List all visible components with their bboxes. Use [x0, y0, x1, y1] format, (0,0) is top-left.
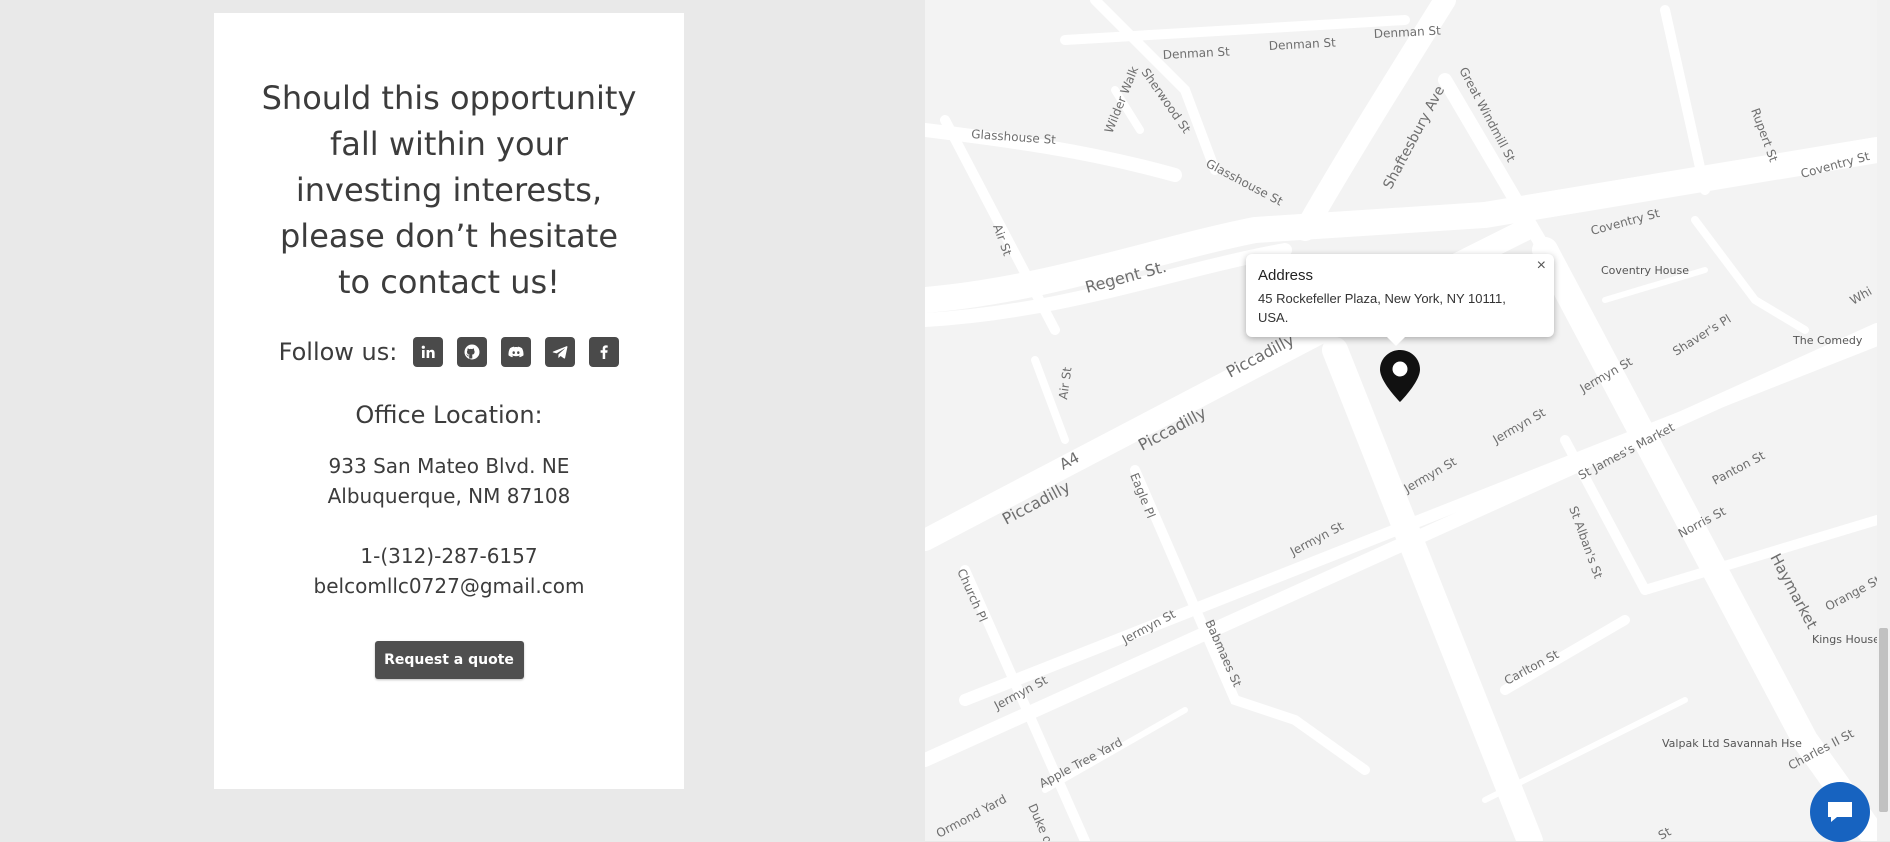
map-info-popup: × Address 45 Rockefeller Plaza, New York… — [1246, 254, 1554, 346]
map-pin-icon[interactable] — [1378, 348, 1422, 404]
page-scrollbar[interactable] — [1877, 0, 1890, 841]
map-view[interactable]: Denman St Denman St Denman St Shaftesbur… — [925, 0, 1877, 841]
map-label: The Comedy — [1792, 334, 1863, 347]
telegram-icon[interactable] — [545, 337, 576, 367]
request-quote-button[interactable]: Request a quote — [374, 641, 524, 679]
address-line-2: Albuquerque, NM 87108 — [327, 484, 571, 508]
address-line-1: 933 San Mateo Blvd. NE — [328, 454, 570, 478]
map-label: Valpak Ltd Savannah Hse — [1662, 737, 1802, 750]
popup-address: 45 Rockefeller Plaza, New York, NY 10111… — [1258, 291, 1506, 325]
facebook-icon[interactable] — [589, 337, 620, 367]
close-icon[interactable]: × — [1537, 257, 1546, 275]
map-label: Coventry House — [1601, 264, 1689, 277]
phone-number[interactable]: 1-(312)-287-6157 — [214, 541, 684, 571]
contact-card: Should this opportunity fall within your… — [214, 13, 684, 789]
discord-icon[interactable] — [501, 337, 532, 367]
popup-title: Address — [1258, 267, 1314, 284]
linkedin-icon[interactable] — [413, 337, 444, 367]
map-canvas[interactable]: Denman St Denman St Denman St Shaftesbur… — [925, 0, 1877, 841]
scrollbar-thumb[interactable] — [1879, 628, 1888, 812]
contact-details: 1-(312)-287-6157 belcomllc0727@gmail.com — [214, 541, 684, 601]
office-location-title: Office Location: — [355, 401, 543, 429]
chat-bubble-icon[interactable] — [1810, 782, 1870, 842]
github-icon[interactable] — [457, 337, 488, 367]
office-address: 933 San Mateo Blvd. NE Albuquerque, NM 8… — [214, 451, 684, 511]
email-address[interactable]: belcomllc0727@gmail.com — [214, 571, 684, 601]
follow-us-row: Follow us: — [214, 337, 684, 367]
contact-headline: Should this opportunity fall within your… — [261, 79, 637, 301]
map-label: Kings House H — [1812, 633, 1877, 646]
follow-us-label: Follow us: — [278, 338, 398, 366]
